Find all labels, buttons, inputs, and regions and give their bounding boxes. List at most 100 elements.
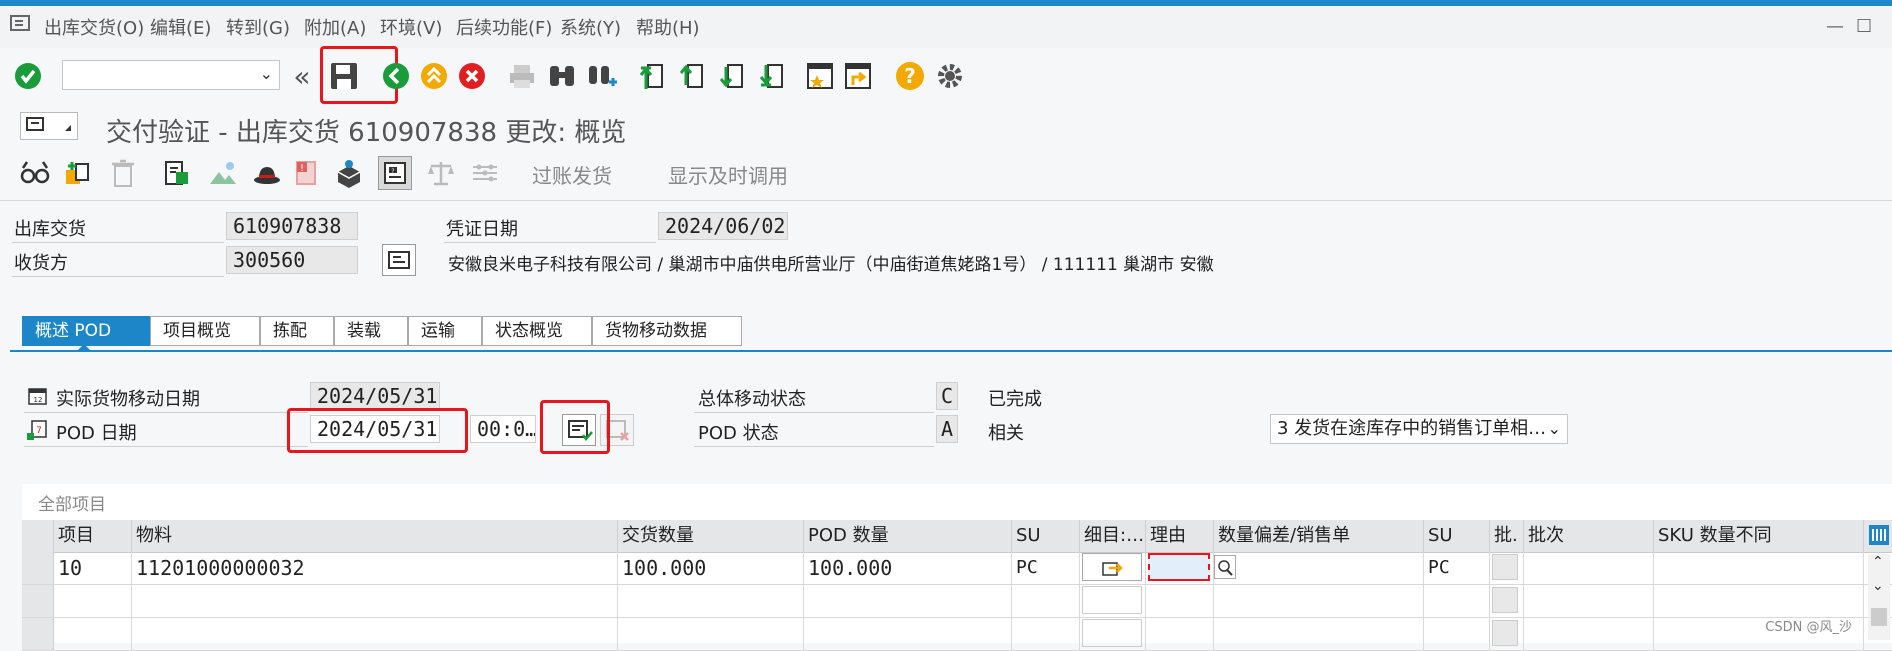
col-details[interactable]: 细目:… <box>1080 520 1146 552</box>
collapse-toolbar-icon[interactable]: « <box>286 60 318 93</box>
tab-status-overview[interactable]: 状态概览 <box>482 316 592 346</box>
previous-page-icon[interactable] <box>676 60 708 92</box>
table-row[interactable] <box>22 618 1892 651</box>
tab-goods-movement-data[interactable]: 货物移动数据 <box>592 316 742 346</box>
chevron-down-icon[interactable]: ⌄ <box>260 64 273 83</box>
landscape-image-icon[interactable] <box>206 156 240 190</box>
menu-icon[interactable] <box>10 14 32 39</box>
item-new-icon[interactable] <box>60 156 94 190</box>
active-tab-pointer <box>78 344 90 350</box>
cell-su-2 <box>1424 585 1490 617</box>
print-icon[interactable] <box>506 60 538 92</box>
tab-transport[interactable]: 运输 <box>408 316 482 346</box>
cell-sku-qty-diff[interactable] <box>1654 552 1864 584</box>
menu-outbound-delivery[interactable]: 出库交货(O) <box>44 14 144 40</box>
display-timely-call-button[interactable]: 显示及时调用 <box>668 160 788 189</box>
pod-reason-select[interactable]: 3 发货在途库存中的销售订单相… ⌄ <box>1270 414 1568 444</box>
cell-batch[interactable] <box>1524 552 1654 584</box>
table-settings-icon[interactable] <box>1868 524 1890 546</box>
cell-item <box>54 585 132 617</box>
row-selector[interactable] <box>22 552 54 584</box>
details-arrow-icon[interactable] <box>1082 553 1142 581</box>
menu-system[interactable]: 系统(Y) <box>560 14 621 40</box>
last-page-icon[interactable] <box>756 60 788 92</box>
back-icon[interactable] <box>380 60 412 92</box>
cell-su <box>1012 585 1080 617</box>
pod-info-icon[interactable]: ? <box>378 156 412 190</box>
enter-check-icon[interactable] <box>12 60 44 92</box>
chevron-down-icon[interactable]: ⌄ <box>1548 415 1561 443</box>
col-reason[interactable]: 理由 <box>1146 520 1214 552</box>
col-pod-qty[interactable]: POD 数量 <box>804 520 1012 552</box>
tab-item-overview[interactable]: 项目概览 <box>150 316 260 346</box>
col-delivery-qty[interactable]: 交货数量 <box>618 520 804 552</box>
delete-trash-icon[interactable] <box>106 156 140 190</box>
table-row[interactable]: 10 11201000000032 100.000 100.000 PC PC <box>22 552 1892 585</box>
settings-gear-icon[interactable] <box>934 60 966 92</box>
display-change-glasses-icon[interactable] <box>18 156 52 190</box>
exit-icon[interactable] <box>418 60 450 92</box>
hat-icon[interactable] <box>250 156 284 190</box>
tab-picking[interactable]: 拣配 <box>260 316 334 346</box>
actual-goods-movement-date-field[interactable]: 2024/05/31 <box>310 382 440 410</box>
command-field[interactable]: ⌄ <box>62 60 280 90</box>
col-su-2[interactable]: SU <box>1424 520 1490 552</box>
maximize-icon[interactable]: ☐ <box>1856 16 1872 37</box>
menu-edit[interactable]: 编辑(E) <box>150 14 211 40</box>
col-item[interactable]: 项目 <box>54 520 132 552</box>
row-selector[interactable] <box>22 618 54 650</box>
menu-subsequent-functions[interactable]: 后续功能(F) <box>456 14 552 40</box>
pod-time-field[interactable]: 00:0… <box>470 415 536 443</box>
minimize-icon[interactable]: — <box>1826 16 1844 37</box>
create-session-icon[interactable] <box>804 60 836 92</box>
menu-extras[interactable]: 附加(A) <box>304 14 366 40</box>
abacus-icon[interactable] <box>468 156 502 190</box>
scrollbar-thumb[interactable] <box>1871 608 1887 626</box>
col-qty-diff[interactable]: 数量偏差/销售单 <box>1214 520 1424 552</box>
col-sku-qty-diff[interactable]: SKU 数量不同 <box>1654 520 1864 552</box>
menu-help[interactable]: 帮助(H) <box>636 14 700 40</box>
find-next-icon[interactable] <box>586 60 618 92</box>
menu-environment[interactable]: 环境(V) <box>380 14 442 40</box>
document-date-field[interactable]: 2024/06/02 <box>658 212 788 240</box>
post-goods-issue-button[interactable]: 过账发货 <box>532 160 612 189</box>
batch-checkbox[interactable] <box>1492 554 1518 580</box>
cell-reason[interactable] <box>1146 552 1214 584</box>
alert-document-icon[interactable]: ! <box>290 156 324 190</box>
chevron-down-icon[interactable]: ⌄ <box>1872 578 1884 594</box>
package-box-icon[interactable] <box>332 156 366 190</box>
chevron-up-icon[interactable]: ⌃ <box>1872 554 1884 570</box>
search-help-icon[interactable] <box>1214 555 1236 579</box>
next-page-icon[interactable] <box>716 60 748 92</box>
cancel-icon[interactable] <box>456 60 488 92</box>
col-batch[interactable]: 批次 <box>1524 520 1654 552</box>
address-details-icon[interactable] <box>382 244 416 276</box>
generate-shortcut-icon[interactable] <box>842 60 874 92</box>
menu-goto[interactable]: 转到(G) <box>226 14 290 40</box>
tab-loading[interactable]: 装载 <box>334 316 408 346</box>
cell-reason <box>1146 585 1214 617</box>
tab-overview-pod[interactable]: 概述 POD <box>22 316 150 346</box>
balance-scale-icon[interactable] <box>424 156 458 190</box>
find-icon[interactable] <box>546 60 578 92</box>
col-su[interactable]: SU <box>1012 520 1080 552</box>
row-selector[interactable] <box>22 585 54 617</box>
reason-input[interactable] <box>1148 553 1210 581</box>
ship-to-address-text: 安徽良米电子科技有限公司 / 巢湖市中庙供电所营业厅（中庙街道焦姥路1号） / … <box>448 255 1214 275</box>
col-material[interactable]: 物料 <box>132 520 618 552</box>
outbound-delivery-field[interactable]: 610907838 <box>226 212 358 240</box>
cell-pod-qty[interactable]: 100.000 <box>804 552 1012 584</box>
svg-text:12: 12 <box>34 396 43 404</box>
overall-movement-status-code: C <box>936 382 958 410</box>
first-page-icon[interactable] <box>636 60 668 92</box>
ship-to-party-field[interactable]: 300560 <box>226 246 358 274</box>
table-scrollbar[interactable]: ⌃ ⌄ <box>1868 554 1890 640</box>
col-batch-short[interactable]: 批. <box>1490 520 1524 552</box>
select-all-cell[interactable] <box>22 520 54 552</box>
document-copy-icon[interactable] <box>160 156 194 190</box>
transaction-menu-icon[interactable] <box>20 112 78 140</box>
details-cell-box <box>1082 586 1142 614</box>
table-row[interactable] <box>22 585 1892 618</box>
help-icon[interactable]: ? <box>894 60 926 92</box>
cell-delivery-qty: 100.000 <box>618 552 804 584</box>
